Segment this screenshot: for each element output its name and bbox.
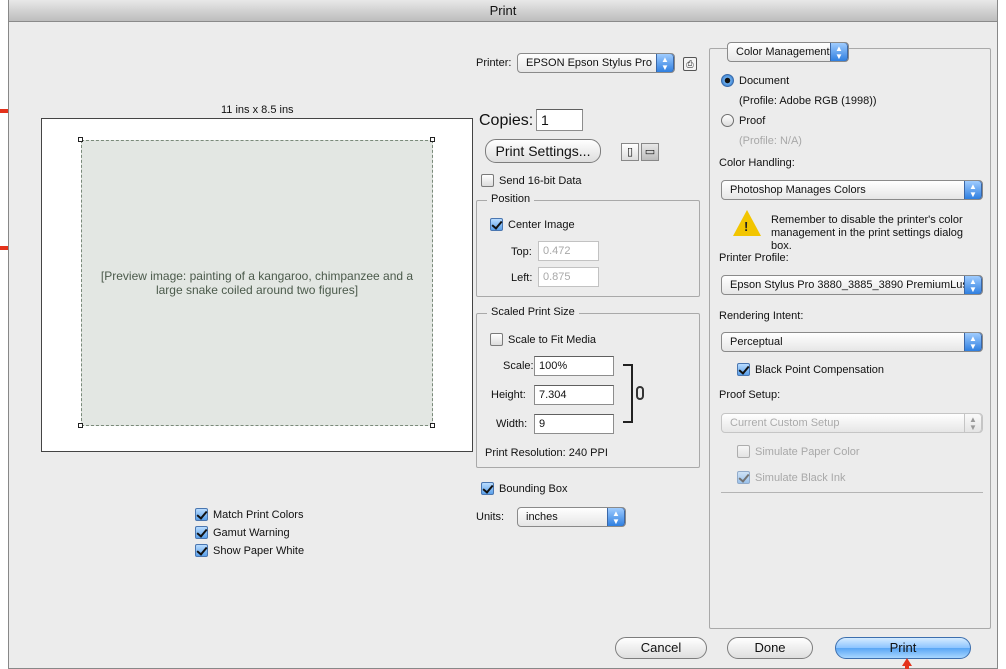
color-handling-label: Color Handling: — [719, 157, 795, 169]
height-field[interactable]: 7.304 — [534, 385, 614, 405]
scale-field[interactable]: 100% — [534, 356, 614, 376]
proof-setup-label: Proof Setup: — [719, 389, 781, 401]
simulate-black-ink-label: Simulate Black Ink — [755, 472, 846, 484]
printer-profile-label: Printer Profile: — [719, 252, 789, 264]
landscape-orientation-icon[interactable]: ▭ — [641, 143, 659, 161]
rendering-intent-label: Rendering Intent: — [719, 310, 804, 322]
print-settings-button[interactable]: Print Settings... — [485, 139, 601, 163]
resize-handle-tl[interactable] — [78, 137, 83, 142]
left-field[interactable]: 0.875 — [538, 267, 599, 287]
show-paper-white-checkbox[interactable] — [195, 544, 208, 557]
proof-label: Proof — [739, 115, 766, 127]
preview-image-placeholder: [Preview image: painting of a kangaroo, … — [100, 269, 414, 297]
black-point-compensation-checkbox[interactable] — [737, 363, 750, 376]
center-image-label: Center Image — [508, 219, 575, 231]
simulate-paper-color-label: Simulate Paper Color — [755, 446, 860, 458]
window-title: Print — [9, 0, 997, 22]
color-handling-popup[interactable]: Photoshop Manages Colors ▲ ▼ — [721, 180, 983, 200]
print-dialog: Print 11 ins x 8.5 ins [Preview image: p… — [8, 0, 998, 669]
left-label: Left: — [511, 272, 533, 284]
popup-arrows-icon: ▲ ▼ — [964, 181, 982, 199]
paper-size-label: 11 ins x 8.5 ins — [221, 104, 294, 116]
printer-profile-popup[interactable]: Epson Stylus Pro 3880_3885_3890 PremiumL… — [721, 275, 983, 295]
bounding-box-checkbox[interactable] — [481, 482, 494, 495]
units-popup-value: inches — [526, 511, 558, 523]
position-group-title: Position — [487, 193, 535, 205]
units-popup[interactable]: inches ▲ ▼ — [517, 507, 626, 527]
scaled-print-size-title: Scaled Print Size — [487, 306, 579, 318]
proportion-bracket — [623, 364, 633, 423]
resize-handle-tr[interactable] — [430, 137, 435, 142]
units-label: Units: — [476, 511, 505, 523]
top-label: Top: — [511, 246, 532, 258]
popup-arrows-icon: ▲ ▼ — [964, 276, 982, 294]
printer-setup-icon[interactable]: ⎙ — [683, 57, 697, 71]
document-radio[interactable] — [721, 74, 734, 87]
printer-profile-popup-value: Epson Stylus Pro 3880_3885_3890 PremiumL… — [730, 279, 981, 291]
simulate-paper-color-checkbox[interactable] — [737, 445, 750, 458]
resize-handle-br[interactable] — [430, 423, 435, 428]
popup-arrows-icon: ▲ ▼ — [964, 414, 982, 432]
proof-setup-popup[interactable]: Current Custom Setup ▲ ▼ — [721, 413, 983, 433]
black-point-compensation-label: Black Point Compensation — [755, 364, 885, 376]
scale-label: Scale: — [503, 360, 534, 372]
proof-setup-popup-value: Current Custom Setup — [730, 417, 840, 429]
match-print-colors-checkbox[interactable] — [195, 508, 208, 521]
portrait-orientation-icon[interactable]: ▯ — [621, 143, 639, 161]
preview-image[interactable]: [Preview image: painting of a kangaroo, … — [81, 140, 433, 426]
link-icon[interactable] — [636, 386, 644, 400]
print-resolution-label: Print Resolution: 240 PPI — [485, 447, 608, 459]
show-paper-white-label: Show Paper White — [213, 545, 305, 557]
rendering-intent-popup[interactable]: Perceptual ▲ ▼ — [721, 332, 983, 352]
match-print-colors-label: Match Print Colors — [213, 509, 304, 521]
color-warning-text: Remember to disable the printer's color … — [771, 214, 964, 252]
send-16bit-checkbox[interactable] — [481, 174, 494, 187]
printer-label: Printer: — [476, 57, 512, 69]
resize-handle-bl[interactable] — [78, 423, 83, 428]
scale-to-fit-label: Scale to Fit Media — [508, 334, 597, 346]
simulate-black-ink-checkbox[interactable] — [737, 471, 750, 484]
document-profile-label: (Profile: Adobe RGB (1998)) — [739, 95, 877, 107]
cancel-button[interactable]: Cancel — [615, 637, 707, 659]
width-field[interactable]: 9 — [534, 414, 614, 434]
proof-profile-label: (Profile: N/A) — [739, 135, 802, 147]
gamut-warning-checkbox[interactable] — [195, 526, 208, 539]
copies-field[interactable]: 1 — [536, 109, 583, 131]
printer-popup-value: EPSON Epson Stylus Pro ... — [526, 57, 665, 69]
height-label: Height: — [491, 389, 526, 401]
popup-arrows-icon: ▲ ▼ — [964, 333, 982, 351]
printer-popup[interactable]: EPSON Epson Stylus Pro ... ▲ ▼ — [517, 53, 675, 73]
rendering-intent-popup-value: Perceptual — [730, 336, 783, 348]
top-field[interactable]: 0.472 — [538, 241, 599, 261]
send-16bit-label: Send 16-bit Data — [499, 175, 582, 187]
document-label: Document — [739, 75, 790, 87]
color-management-popup-value: Color Management — [736, 46, 830, 58]
width-label: Width: — [496, 418, 528, 430]
center-image-checkbox[interactable] — [490, 218, 503, 231]
popup-arrows-icon: ▲ ▼ — [607, 508, 625, 526]
annotation-arrow-print-stem — [905, 665, 909, 669]
gamut-warning-label: Gamut Warning — [213, 527, 290, 539]
bounding-box-label: Bounding Box — [499, 483, 568, 495]
popup-arrows-icon: ▲ ▼ — [830, 43, 848, 61]
color-management-popup[interactable]: Color Management ▲ ▼ — [727, 42, 849, 62]
color-section-divider — [721, 492, 983, 493]
warning-icon-mark: ! — [744, 219, 749, 234]
color-handling-popup-value: Photoshop Manages Colors — [730, 184, 866, 196]
print-button[interactable]: Print — [835, 637, 971, 659]
scale-to-fit-checkbox[interactable] — [490, 333, 503, 346]
copies-label: Copies: — [479, 112, 534, 129]
proof-radio[interactable] — [721, 114, 734, 127]
popup-arrows-icon: ▲ ▼ — [656, 54, 674, 72]
done-button[interactable]: Done — [727, 637, 813, 659]
